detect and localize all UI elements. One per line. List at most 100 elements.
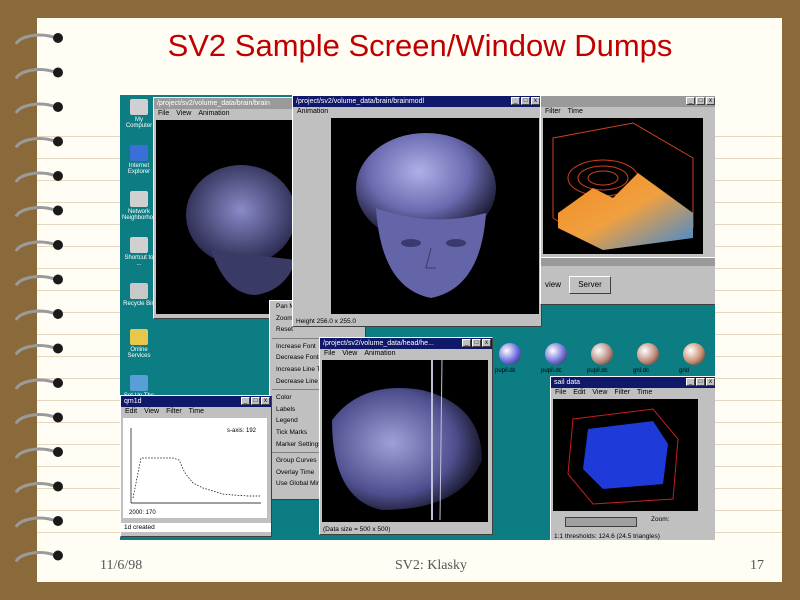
menu-item[interactable]: Animation: [364, 349, 395, 358]
spiral-binding: [14, 33, 63, 563]
close-icon[interactable]: x: [706, 378, 715, 386]
desktop-icon-label: Shortcut to ...: [124, 255, 154, 267]
binding-ring: [14, 516, 63, 528]
footer-page-number: 17: [750, 558, 764, 573]
folder-icon: [130, 329, 148, 345]
menu-item[interactable]: Filter: [166, 407, 182, 416]
surface-plot[interactable]: [543, 118, 703, 254]
brain-render-large[interactable]: [331, 118, 539, 314]
footer-date: 11/6/98: [100, 558, 143, 573]
thumbnail-label: pupil.dc: [541, 368, 562, 374]
line-plot[interactable]: s-axis: 192 2000: 170: [123, 418, 267, 518]
close-icon[interactable]: x: [261, 397, 270, 405]
msn-icon: [130, 375, 148, 391]
volume-render[interactable]: [553, 399, 698, 511]
plot1d-window: qm1d _ □ x Edit View Filter Time s-axis: 192 …: [120, 395, 272, 537]
minimize-icon[interactable]: _: [462, 339, 471, 347]
menu-item[interactable]: Filter: [545, 107, 561, 116]
minimize-icon[interactable]: _: [686, 378, 695, 386]
title-bar[interactable]: _ □ x: [541, 96, 715, 107]
menu-item[interactable]: View: [176, 109, 191, 118]
menu-item[interactable]: File: [555, 388, 566, 397]
thumbnail-label: gnl.dc: [633, 368, 650, 374]
menu-item[interactable]: Animation: [297, 107, 328, 116]
desktop-icon[interactable]: Internet Explorer: [122, 145, 156, 175]
dataset-thumbnail[interactable]: [591, 343, 613, 365]
binding-ring: [14, 102, 63, 114]
dataset-thumbnail[interactable]: [637, 343, 659, 365]
time-slider[interactable]: [565, 517, 637, 527]
surface-window: _ □ x Filter Time: [540, 95, 715, 259]
menu-item[interactable]: View: [342, 349, 357, 358]
dataset-thumbnail[interactable]: [499, 343, 521, 365]
menu-item[interactable]: View: [144, 407, 159, 416]
menu-item[interactable]: Edit: [573, 388, 585, 397]
menu-item[interactable]: Animation: [198, 109, 229, 118]
binding-ring: [14, 412, 63, 425]
menu-item[interactable]: Filter: [614, 388, 630, 397]
maximize-icon[interactable]: □: [521, 97, 530, 105]
binding-ring: [14, 274, 63, 287]
menu-bar: Filter Time: [541, 107, 715, 116]
slide-title: SV2 Sample Screen/Window Dumps: [167, 28, 673, 63]
brain-large-window: /project/sv2/volume_data/brain/brainmodl…: [292, 95, 542, 327]
head-render[interactable]: [322, 359, 488, 522]
maximize-icon[interactable]: □: [696, 378, 705, 386]
close-icon[interactable]: x: [706, 97, 715, 105]
desktop-icon-label: Network Neighborhood: [122, 209, 160, 221]
desktop-icon[interactable]: Shortcut to ...: [122, 237, 156, 267]
minimize-icon[interactable]: _: [686, 97, 695, 105]
menu-item[interactable]: View: [592, 388, 607, 397]
network-icon: [130, 191, 148, 207]
title-bar[interactable]: [541, 258, 715, 266]
menu-item[interactable]: Edit: [125, 407, 137, 416]
status-bar: 1:1 thresholds: 124.6 (24.5 triangles): [551, 532, 715, 540]
footer-author: SV2: Klasky: [395, 558, 467, 573]
binding-ring: [14, 481, 63, 494]
maximize-icon[interactable]: □: [696, 97, 705, 105]
binding-ring: [14, 378, 63, 390]
dataset-thumbnail[interactable]: [683, 343, 705, 365]
plot-legend: s-axis: 192: [227, 428, 257, 434]
menu-item[interactable]: File: [324, 349, 335, 358]
shortcut-icon: [130, 237, 148, 253]
desktop-icon[interactable]: Network Neighborhood: [122, 191, 160, 221]
desktop-icon[interactable]: My Computer: [122, 99, 156, 129]
close-icon[interactable]: x: [531, 97, 540, 105]
binding-ring: [14, 240, 63, 252]
plot-xlabel: 2000: 170: [129, 510, 156, 516]
minimize-icon[interactable]: _: [511, 97, 520, 105]
desktop-icon[interactable]: Recycle Bin: [122, 283, 156, 307]
title-bar[interactable]: /project/sv2/volume_data/head/he... _ □ x: [320, 338, 492, 349]
binding-ring: [14, 550, 63, 563]
close-icon[interactable]: x: [482, 339, 491, 347]
server-button[interactable]: Server: [569, 276, 611, 294]
binding-ring: [14, 33, 63, 45]
binding-ring: [14, 205, 63, 218]
head-window: /project/sv2/volume_data/head/he... _ □ x …: [319, 337, 493, 535]
title-bar[interactable]: /project/sv2/volume_data/brain/brainmodl…: [293, 96, 541, 107]
volume-window: sail data _ □ x File Edit View Filter Time Zoo…: [550, 376, 715, 540]
desktop-icon-label: Online Services: [127, 347, 151, 359]
status-bar: 1d created: [121, 523, 271, 532]
binding-ring: [14, 171, 63, 183]
maximize-icon[interactable]: □: [472, 339, 481, 347]
menu-item[interactable]: Time: [637, 388, 652, 397]
menu-item[interactable]: Time: [568, 107, 583, 116]
maximize-icon[interactable]: □: [251, 397, 260, 405]
dataset-thumbnail[interactable]: [545, 343, 567, 365]
minimize-icon[interactable]: _: [241, 397, 250, 405]
menu-bar: File View Animation: [320, 349, 492, 358]
toolbar-strip: view Server: [540, 257, 715, 305]
menu-bar: File Edit View Filter Time: [551, 388, 715, 397]
menu-item[interactable]: File: [158, 109, 169, 118]
title-bar[interactable]: qm1d _ □ x: [121, 396, 271, 407]
recycle-bin-icon: [130, 283, 148, 299]
title-bar[interactable]: sail data _ □ x: [551, 377, 715, 388]
view-label[interactable]: view: [545, 280, 561, 289]
thumbnail-label: pupil.dc: [495, 368, 516, 374]
desktop-icon[interactable]: Online Services: [122, 329, 156, 359]
desktop-icon-label: My Computer: [125, 117, 153, 129]
desktop-icon-label: Recycle Bin: [123, 301, 155, 307]
menu-item[interactable]: Time: [189, 407, 204, 416]
